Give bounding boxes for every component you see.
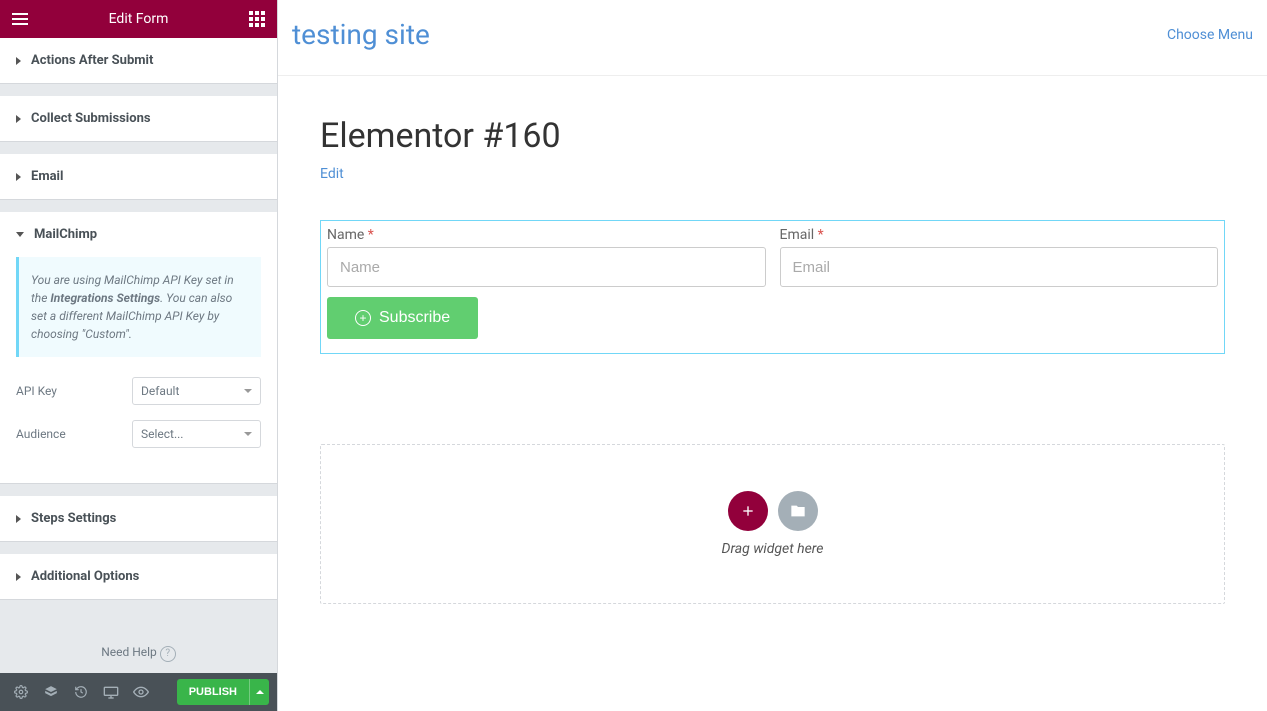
help-row[interactable]: Need Help ? — [0, 645, 277, 662]
email-input[interactable] — [780, 247, 1219, 287]
api-key-select[interactable]: Default — [132, 377, 261, 405]
email-label: Email * — [780, 227, 824, 243]
editor-sidebar: Edit Form Actions After Submit Collect S… — [0, 0, 278, 711]
select-value: Default — [141, 384, 179, 398]
panel-title: Edit Form — [30, 11, 247, 27]
plus-circle-icon: + — [355, 310, 371, 326]
name-input[interactable] — [327, 247, 766, 287]
section-collect: Collect Submissions — [0, 96, 277, 142]
section-steps: Steps Settings — [0, 496, 277, 542]
section-body-mailchimp: You are using MailChimp API Key set in t… — [0, 257, 277, 483]
section-mailchimp: MailChimp You are using MailChimp API Ke… — [0, 212, 277, 484]
section-label: Actions After Submit — [31, 53, 153, 68]
panel-body: Actions After Submit Collect Submissions… — [0, 38, 277, 673]
section-header-actions[interactable]: Actions After Submit — [0, 38, 277, 83]
control-audience: Audience Select... — [16, 420, 261, 448]
chevron-right-icon — [16, 515, 21, 523]
publish-button[interactable]: PUBLISH — [177, 679, 269, 705]
publish-label: PUBLISH — [177, 686, 249, 698]
chevron-right-icon — [16, 115, 21, 123]
chevron-down-icon — [244, 389, 252, 393]
drop-buttons — [728, 491, 818, 531]
publish-dropdown[interactable] — [249, 679, 269, 705]
label-text: Email — [780, 227, 815, 243]
label-text: Name — [327, 227, 364, 243]
edit-link[interactable]: Edit — [320, 166, 344, 182]
required-mark: * — [368, 227, 374, 243]
section-header-collect[interactable]: Collect Submissions — [0, 96, 277, 141]
section-actions: Actions After Submit — [0, 38, 277, 84]
section-label: Additional Options — [31, 569, 139, 584]
chevron-right-icon — [16, 573, 21, 581]
control-api-key: API Key Default — [16, 377, 261, 405]
section-header-steps[interactable]: Steps Settings — [0, 496, 277, 541]
audience-select[interactable]: Select... — [132, 420, 261, 448]
form-row: Name * Email * — [321, 227, 1224, 287]
page-content: Elementor #160 Edit Name * Email * + Sub… — [278, 76, 1267, 644]
section-email: Email — [0, 154, 277, 200]
subscribe-button[interactable]: + Subscribe — [327, 297, 478, 339]
chevron-down-icon — [16, 232, 24, 237]
site-header: testing site Choose Menu — [278, 0, 1267, 76]
history-icon[interactable] — [68, 679, 94, 705]
menu-icon[interactable] — [10, 9, 30, 29]
section-label: Steps Settings — [31, 511, 116, 526]
form-col-name: Name * — [327, 227, 766, 287]
chevron-right-icon — [16, 57, 21, 65]
chevron-down-icon — [244, 432, 252, 436]
section-additional: Additional Options — [0, 554, 277, 600]
select-value: Select... — [141, 427, 183, 441]
preview-icon[interactable] — [128, 679, 154, 705]
section-label: MailChimp — [34, 227, 97, 242]
panel-footer: PUBLISH — [0, 673, 277, 711]
add-section-button[interactable] — [728, 491, 768, 531]
form-col-email: Email * — [780, 227, 1219, 287]
choose-menu-link[interactable]: Choose Menu — [1167, 27, 1253, 43]
drop-text: Drag widget here — [722, 541, 824, 557]
section-header-email[interactable]: Email — [0, 154, 277, 199]
section-header-additional[interactable]: Additional Options — [0, 554, 277, 599]
chevron-right-icon — [16, 173, 21, 181]
required-mark: * — [818, 227, 824, 243]
responsive-icon[interactable] — [98, 679, 124, 705]
audience-label: Audience — [16, 427, 132, 441]
name-label: Name * — [327, 227, 374, 243]
settings-icon[interactable] — [8, 679, 34, 705]
drop-zone[interactable]: Drag widget here — [320, 444, 1225, 604]
api-key-label: API Key — [16, 384, 132, 398]
info-bold: Integrations Settings — [50, 291, 160, 305]
mailchimp-info: You are using MailChimp API Key set in t… — [16, 257, 261, 357]
help-label: Need Help — [101, 645, 157, 659]
apps-icon[interactable] — [247, 9, 267, 29]
help-icon: ? — [160, 646, 176, 662]
panel-header: Edit Form — [0, 0, 277, 38]
template-library-button[interactable] — [778, 491, 818, 531]
page-title: Elementor #160 — [320, 116, 1225, 156]
chevron-up-icon — [256, 690, 264, 694]
site-title[interactable]: testing site — [292, 18, 430, 51]
preview-canvas: testing site Choose Menu Elementor #160 … — [278, 0, 1267, 711]
section-label: Collect Submissions — [31, 111, 151, 126]
form-widget[interactable]: Name * Email * + Subscribe — [320, 220, 1225, 354]
section-label: Email — [31, 169, 63, 184]
navigator-icon[interactable] — [38, 679, 64, 705]
section-header-mailchimp[interactable]: MailChimp — [0, 212, 277, 257]
subscribe-label: Subscribe — [379, 309, 450, 327]
